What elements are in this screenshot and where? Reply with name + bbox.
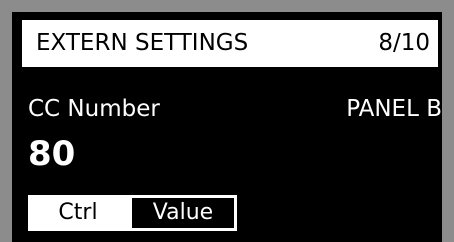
parameter-label: CC Number [28,96,160,122]
page-indicator: 8/10 [378,30,430,56]
panel-label: PANEL B [346,96,442,122]
title-bar: EXTERN SETTINGS 8/10 [22,20,438,67]
mode-tabs: Ctrl Value [28,195,237,231]
tab-ctrl[interactable]: Ctrl [28,195,128,231]
display-screen: EXTERN SETTINGS 8/10 CC Number PANEL B 8… [12,12,442,242]
tab-value[interactable]: Value [132,198,234,228]
parameter-value[interactable]: 80 [28,134,75,174]
page-title: EXTERN SETTINGS [36,30,249,56]
